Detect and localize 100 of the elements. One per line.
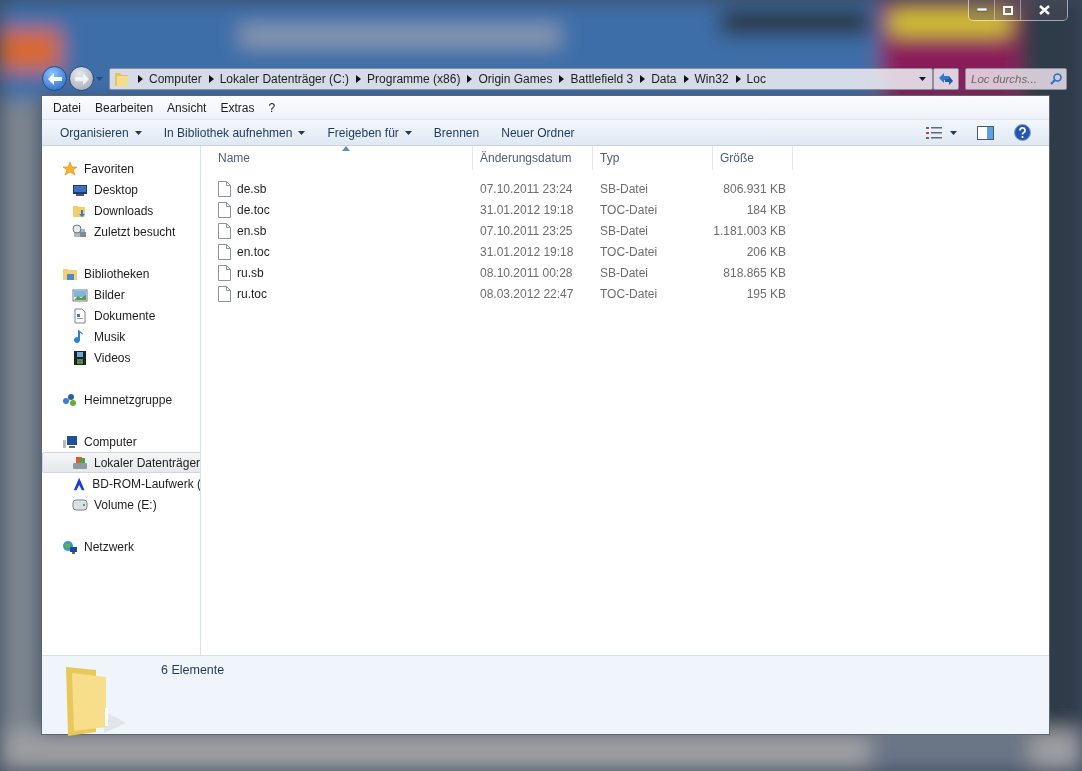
nav-item[interactable]: Videos — [42, 347, 200, 368]
minimize-icon — [976, 8, 987, 12]
film-icon — [72, 349, 88, 366]
column-header[interactable]: Änderungsdatum — [473, 146, 593, 170]
file-name-cell[interactable]: de.sb — [211, 180, 473, 197]
sort-arrow-icon — [341, 146, 350, 151]
toolbar-button[interactable]: Freigeben für — [319, 121, 420, 144]
nav-item[interactable]: Computer — [42, 431, 200, 452]
nav-item[interactable]: Netzwerk — [42, 536, 200, 557]
file-name-cell[interactable]: en.sb — [211, 222, 473, 239]
menu-item[interactable]: Extras — [213, 100, 262, 115]
picture-icon — [72, 286, 88, 303]
nav-item[interactable]: Volume (E:) — [42, 494, 200, 515]
file-icon — [218, 243, 231, 260]
search-icon — [1050, 72, 1062, 85]
file-icon — [218, 201, 231, 218]
address-bar[interactable]: Computer Lokaler Datenträger (C:) Programme (x86) Origin Games Battlefield 3 Data Win32 Loc — [109, 67, 933, 90]
caret-icon — [298, 130, 306, 135]
breadcrumb-link[interactable]: Battlefield 3 — [564, 71, 641, 86]
chevron-icon[interactable] — [559, 74, 565, 83]
nav-item[interactable]: Favoriten — [42, 158, 200, 179]
nav-item[interactable]: Heimnetzgruppe — [42, 389, 200, 410]
file-icon — [218, 285, 231, 302]
chevron-icon[interactable] — [683, 74, 689, 83]
table-cell-text: 195 KB — [745, 286, 787, 301]
table-cell-text: 184 KB — [745, 202, 787, 217]
breadcrumb-link[interactable]: Lokaler Datenträger (C:) — [213, 71, 357, 86]
chevron-icon[interactable] — [356, 74, 362, 83]
minimize-button[interactable] — [969, 0, 995, 20]
toolbar-button[interactable]: Brennen — [425, 121, 488, 144]
file-name-cell[interactable]: ru.sb — [211, 264, 473, 281]
nav-item[interactable]: Bibliotheken — [42, 263, 200, 284]
chevron-icon[interactable] — [640, 74, 646, 83]
nav-item[interactable]: Musik — [42, 326, 200, 347]
caret-icon — [134, 130, 142, 135]
table-cell-text: SB-Datei — [599, 223, 650, 238]
table-cell-text: 07.10.2011 23:24 — [479, 181, 574, 196]
breadcrumb-link[interactable]: Loc — [740, 71, 773, 86]
column-header[interactable]: Name — [211, 146, 473, 170]
nav-item[interactable]: Bilder — [42, 284, 200, 305]
file-icon — [218, 180, 231, 197]
toolbar-button[interactable]: In Bibliothek aufnehmen — [155, 121, 314, 144]
caret-icon — [96, 76, 103, 81]
breadcrumb-link[interactable]: Win32 — [688, 71, 736, 86]
breadcrumb-link[interactable]: Computer — [143, 71, 209, 86]
close-icon — [1038, 5, 1050, 15]
breadcrumb-link[interactable]: Origin Games — [472, 71, 560, 86]
hard-drive-icon — [72, 454, 88, 471]
menu-item[interactable]: Bearbeiten — [88, 100, 161, 115]
close-button[interactable] — [1021, 0, 1067, 20]
toolbar-button[interactable]: Organisieren — [52, 121, 150, 144]
table-cell-text: 818.865 KB — [722, 265, 787, 280]
file-name-cell[interactable]: en.toc — [211, 243, 473, 260]
item-count: 6 Elemente — [161, 663, 225, 679]
network-icon — [62, 538, 78, 555]
column-header[interactable]: Typ — [593, 146, 713, 170]
table-cell-text: 31.01.2012 19:18 — [479, 244, 575, 259]
search-field[interactable]: Loc durchs... — [965, 67, 1067, 90]
breadcrumb-link[interactable]: Programme (x86) — [361, 71, 468, 86]
menu-item[interactable]: Datei — [46, 100, 88, 115]
table-cell-text: 1.181.003 KB — [713, 223, 787, 238]
homegroup-icon — [62, 391, 78, 408]
toolbar-button[interactable]: Neuer Ordner — [493, 121, 583, 144]
chevron-icon[interactable] — [735, 74, 741, 83]
table-cell-text: SB-Datei — [599, 181, 650, 196]
nav-item[interactable]: Dokumente — [42, 305, 200, 326]
breadcrumb-link[interactable]: Data — [645, 71, 684, 86]
table-cell-text: TOC-Datei — [599, 286, 659, 301]
chevron-icon[interactable] — [467, 74, 473, 83]
table-cell-text: 31.01.2012 19:18 — [479, 202, 575, 217]
menu-item[interactable]: ? — [261, 100, 283, 115]
preview-pane-icon — [977, 125, 994, 140]
back-arrow-icon — [47, 72, 62, 85]
nav-item[interactable]: Desktop — [42, 179, 200, 200]
table-cell-text: 08.03.2012 22:47 — [479, 286, 575, 301]
file-name-cell[interactable]: de.toc — [211, 201, 473, 218]
table-cell-text: SB-Datei — [599, 265, 650, 280]
caret-icon — [919, 76, 926, 81]
maximize-button[interactable] — [995, 0, 1021, 20]
caret-icon — [404, 130, 412, 135]
nav-item[interactable]: Zuletzt besucht — [42, 221, 200, 242]
menu-item[interactable]: Ansicht — [160, 100, 214, 115]
folder-icon — [114, 70, 130, 87]
file-icon — [218, 264, 231, 281]
star-icon — [62, 160, 78, 177]
chevron-icon[interactable] — [138, 74, 143, 83]
nav-item[interactable]: Lokaler Datenträger — [42, 452, 200, 473]
refresh-button[interactable] — [933, 67, 959, 90]
computer-icon — [62, 433, 78, 450]
table-cell-text: TOC-Datei — [599, 202, 659, 217]
chevron-icon[interactable] — [208, 74, 214, 83]
file-icon — [218, 222, 231, 239]
document-icon — [72, 307, 88, 324]
column-header[interactable]: Größe — [713, 146, 793, 170]
nav-item[interactable]: Downloads — [42, 200, 200, 221]
table-cell-text: 08.10.2011 00:28 — [479, 265, 574, 280]
file-name-cell[interactable]: ru.toc — [211, 285, 473, 302]
table-cell-text: 806.931 KB — [722, 181, 787, 196]
help-icon — [1014, 124, 1031, 141]
table-cell-text: 206 KB — [745, 244, 787, 259]
